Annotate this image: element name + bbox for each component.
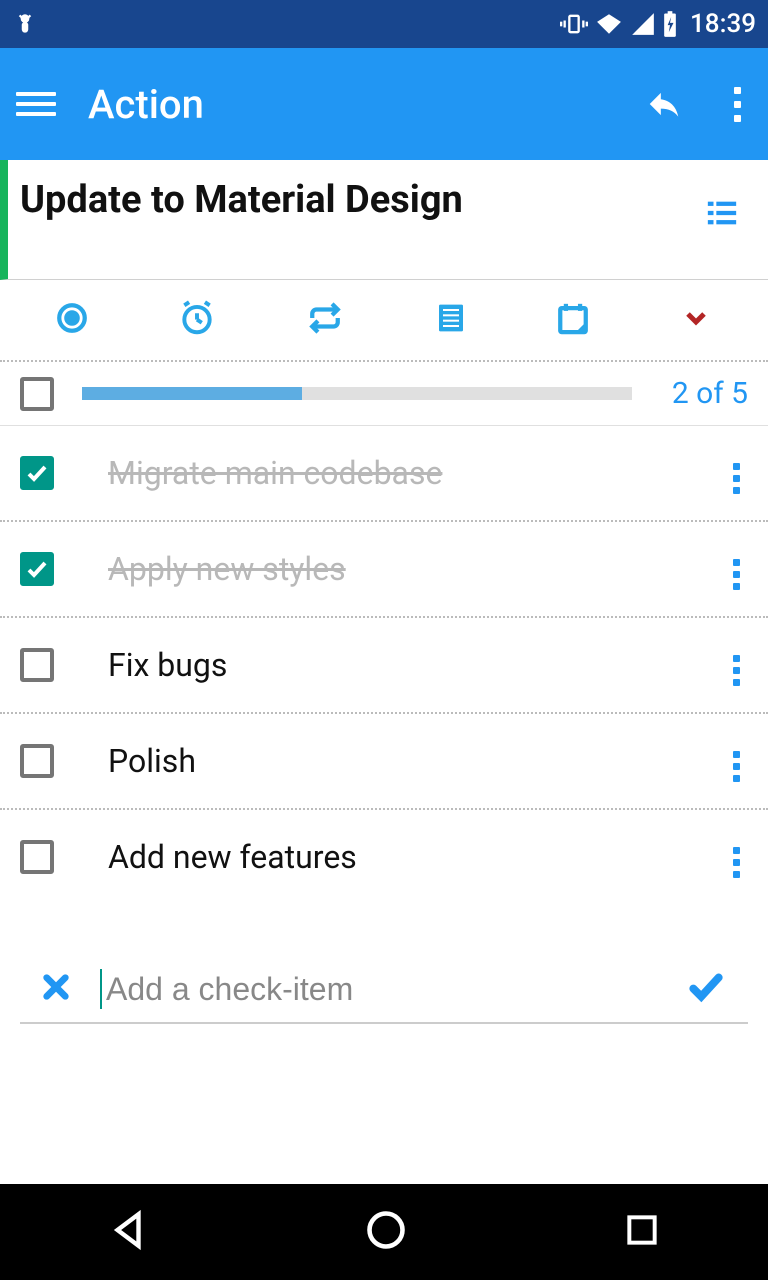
- progress-row: 2 of 5: [0, 362, 768, 426]
- item-checkbox[interactable]: [20, 648, 54, 682]
- home-button[interactable]: [348, 1192, 424, 1272]
- status-time: 18:39: [690, 9, 756, 39]
- repeat-icon[interactable]: [295, 291, 355, 349]
- item-overflow-icon[interactable]: [725, 455, 748, 502]
- item-overflow-icon[interactable]: [725, 647, 748, 694]
- calendar-icon[interactable]: [546, 290, 600, 350]
- check-item: Add new features: [0, 810, 768, 904]
- item-overflow-icon[interactable]: [725, 551, 748, 598]
- item-label[interactable]: Migrate main codebase: [108, 454, 671, 492]
- item-checkbox[interactable]: [20, 744, 54, 778]
- item-checkbox[interactable]: [20, 840, 54, 874]
- progress-bar: [82, 387, 632, 400]
- confirm-icon[interactable]: [684, 968, 728, 1010]
- close-icon[interactable]: [40, 971, 72, 1007]
- notes-icon[interactable]: [425, 290, 477, 350]
- item-checkbox[interactable]: [20, 552, 54, 586]
- item-label[interactable]: Apply new styles: [108, 550, 671, 588]
- cell-signal-icon: [630, 11, 656, 37]
- reply-icon[interactable]: [642, 85, 686, 123]
- add-item-row: [20, 938, 748, 1024]
- wifi-icon: [594, 11, 624, 37]
- item-checkbox[interactable]: [20, 456, 54, 490]
- menu-icon[interactable]: [16, 82, 60, 126]
- app-title: Action: [88, 81, 642, 128]
- android-nav-bar: [0, 1184, 768, 1280]
- check-item: Migrate main codebase: [0, 426, 768, 522]
- checklist-toggle-icon[interactable]: [694, 188, 750, 242]
- item-overflow-icon[interactable]: [725, 839, 748, 886]
- battery-charging-icon: [662, 10, 678, 38]
- check-item: Apply new styles: [0, 522, 768, 618]
- item-overflow-icon[interactable]: [725, 743, 748, 790]
- overflow-menu-icon[interactable]: [722, 77, 752, 132]
- task-header: Update to Material Design: [0, 160, 768, 280]
- item-label[interactable]: Add new features: [108, 838, 671, 876]
- progress-label: 2 of 5: [672, 376, 748, 411]
- android-debug-icon: [12, 9, 38, 39]
- status-bar: 18:39: [0, 0, 768, 48]
- chevron-down-icon[interactable]: [669, 296, 723, 344]
- check-item: Fix bugs: [0, 618, 768, 714]
- vibrate-icon: [560, 10, 588, 38]
- master-checkbox[interactable]: [20, 377, 54, 411]
- recent-apps-button[interactable]: [607, 1195, 677, 1269]
- item-label[interactable]: Fix bugs: [108, 646, 671, 684]
- back-button[interactable]: [91, 1193, 165, 1271]
- meta-toolbar: [0, 280, 768, 362]
- item-label[interactable]: Polish: [108, 742, 671, 780]
- task-title[interactable]: Update to Material Design: [20, 178, 694, 222]
- check-item-list: Migrate main codebase Apply new styles Fix…: [0, 426, 768, 904]
- target-icon[interactable]: [45, 291, 99, 349]
- app-bar: Action: [0, 48, 768, 160]
- alarm-icon[interactable]: [168, 289, 226, 351]
- check-item: Polish: [0, 714, 768, 810]
- add-item-input[interactable]: [100, 969, 656, 1009]
